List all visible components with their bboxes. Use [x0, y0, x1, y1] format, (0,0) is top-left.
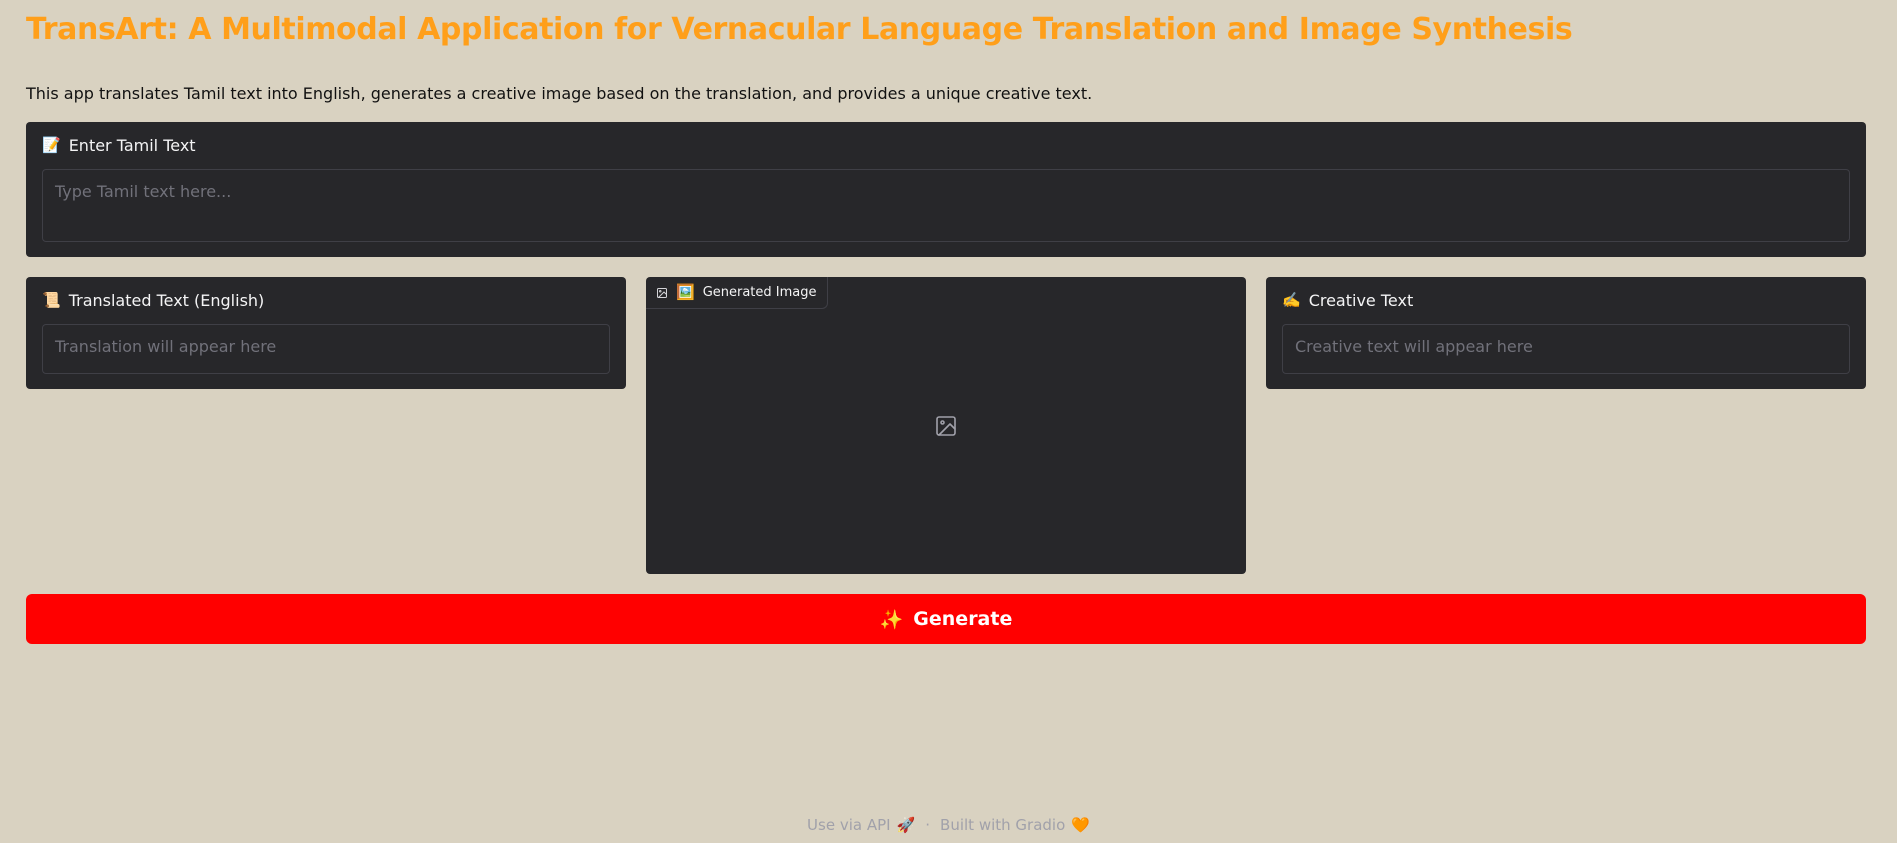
translated-text-label-text: Translated Text (English): [68, 291, 265, 310]
translated-text-output[interactable]: Translation will appear here: [42, 324, 610, 374]
app-description: This app translates Tamil text into Engl…: [26, 84, 1093, 103]
memo-icon: 📝: [42, 136, 61, 154]
generate-button[interactable]: ✨ Generate: [26, 594, 1866, 644]
sparkles-icon: ✨: [879, 608, 904, 631]
rocket-icon: 🚀: [896, 816, 916, 834]
generated-image-label-text: Generated Image: [702, 285, 817, 300]
use-via-api-link[interactable]: Use via API 🚀: [807, 816, 915, 834]
creative-text-placeholder: Creative text will appear here: [1295, 337, 1533, 356]
writing-hand-icon: ✍️: [1282, 291, 1301, 309]
framed-picture-icon: 🖼️: [676, 283, 695, 301]
page-title: TransArt: A Multimodal Application for V…: [26, 12, 1573, 47]
creative-text-label: ✍️ Creative Text: [1282, 291, 1850, 310]
creative-text-label-text: Creative Text: [1308, 291, 1414, 310]
built-with-gradio-link[interactable]: Built with Gradio 🧡: [940, 816, 1090, 834]
app-page: TransArt: A Multimodal Application for V…: [0, 0, 1897, 843]
translated-text-label: 📜 Translated Text (English): [42, 291, 610, 310]
translated-text-panel: 📜 Translated Text (English) Translation …: [26, 277, 626, 389]
generate-button-label: Generate: [913, 608, 1013, 630]
tamil-input-label-text: Enter Tamil Text: [68, 136, 196, 155]
image-placeholder-icon: [934, 414, 958, 438]
tamil-text-input[interactable]: Type Tamil text here...: [42, 169, 1850, 242]
footer-separator: ·: [925, 816, 931, 834]
tamil-input-panel: 📝 Enter Tamil Text Type Tamil text here.…: [26, 122, 1866, 257]
generated-image-label: 🖼️ Generated Image: [646, 277, 828, 309]
image-icon: [656, 287, 668, 299]
generated-image-panel: 🖼️ Generated Image: [646, 277, 1246, 574]
scroll-icon: 📜: [42, 291, 61, 309]
use-via-api-text: Use via API: [807, 816, 891, 834]
creative-text-output[interactable]: Creative text will appear here: [1282, 324, 1850, 374]
translated-text-placeholder: Translation will appear here: [55, 337, 277, 356]
gradio-logo-icon: 🧡: [1071, 816, 1090, 834]
tamil-input-label: 📝 Enter Tamil Text: [42, 136, 1850, 155]
footer: Use via API 🚀 · Built with Gradio 🧡: [0, 816, 1897, 834]
built-with-gradio-text: Built with Gradio: [940, 816, 1066, 834]
tamil-text-input-placeholder: Type Tamil text here...: [55, 182, 232, 201]
creative-text-panel: ✍️ Creative Text Creative text will appe…: [1266, 277, 1866, 389]
